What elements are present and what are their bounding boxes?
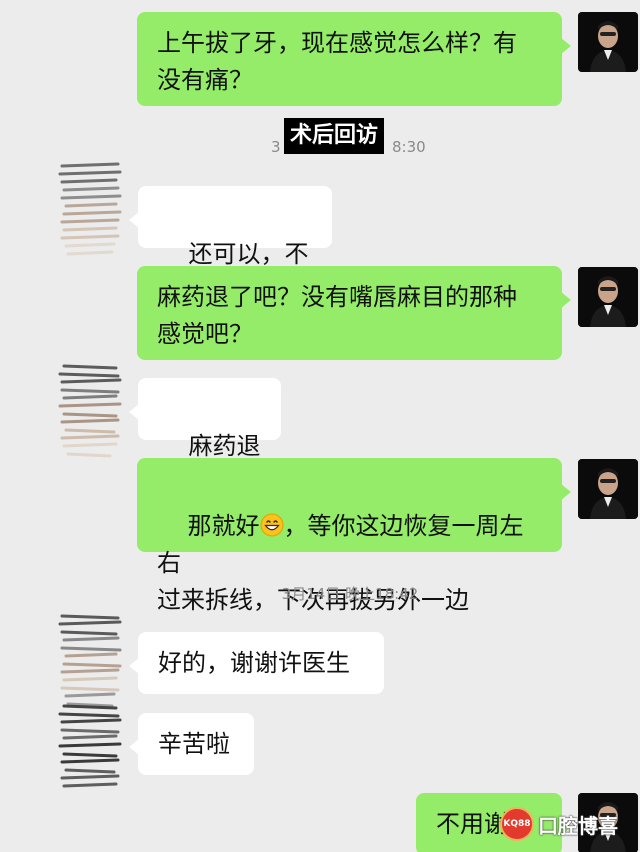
patient-avatar[interactable] [58,610,122,714]
watermark: KQ88 口腔博喜 [500,802,618,846]
timestamp-partial-right: 8:30 [392,138,426,156]
blurred-avatar-image [58,614,122,708]
message-bubble-incoming[interactable]: 还可以，不痛 [129,186,332,305]
blurred-avatar-image [58,364,122,458]
doctor-avatar-photo [578,459,638,519]
patient-avatar[interactable] [58,160,122,264]
timestamp-partial-left: 3 [271,138,281,156]
message-bubble-outgoing[interactable]: 上午拔了牙，现在感觉怎么样？有 没有痛？ [137,12,571,106]
doctor-avatar-photo [578,12,638,72]
message-text-before-emoji: 那就好 [187,512,260,540]
blurred-avatar-image [58,162,122,256]
patient-avatar[interactable] [58,700,122,804]
message-bubble-incoming[interactable]: 麻药退了 [129,378,281,497]
doctor-avatar-photo [578,267,638,327]
patient-avatar[interactable] [58,360,122,464]
message-bubble-outgoing[interactable]: 麻药退了吧？没有嘴唇麻目的那种 感觉吧？ [137,266,571,360]
chat-screen: 上午拔了牙，现在感觉怎么样？有 没有痛？ 3 8:30 术后回访 还可以，不痛 [0,0,640,852]
doctor-avatar[interactable] [578,12,638,72]
watermark-text: 口腔博喜 [538,813,618,838]
blurred-avatar-image [58,704,122,788]
video-caption-overlay: 术后回访 [284,118,385,154]
doctor-avatar[interactable] [578,459,638,519]
message-bubble-incoming[interactable]: 辛苦啦 [129,713,254,775]
timestamp: 3月14日 晚上18:42 [281,585,419,603]
doctor-avatar[interactable] [578,267,638,327]
message-bubble-incoming[interactable]: 好的，谢谢许医生 [129,632,384,694]
grinning-face-emoji [260,513,284,537]
message-bubble-outgoing[interactable]: 那就好 ，等你这边恢复一周左右 过来拆线，下次再拔另外一边 [137,458,571,614]
watermark-logo: KQ88 [500,807,534,841]
